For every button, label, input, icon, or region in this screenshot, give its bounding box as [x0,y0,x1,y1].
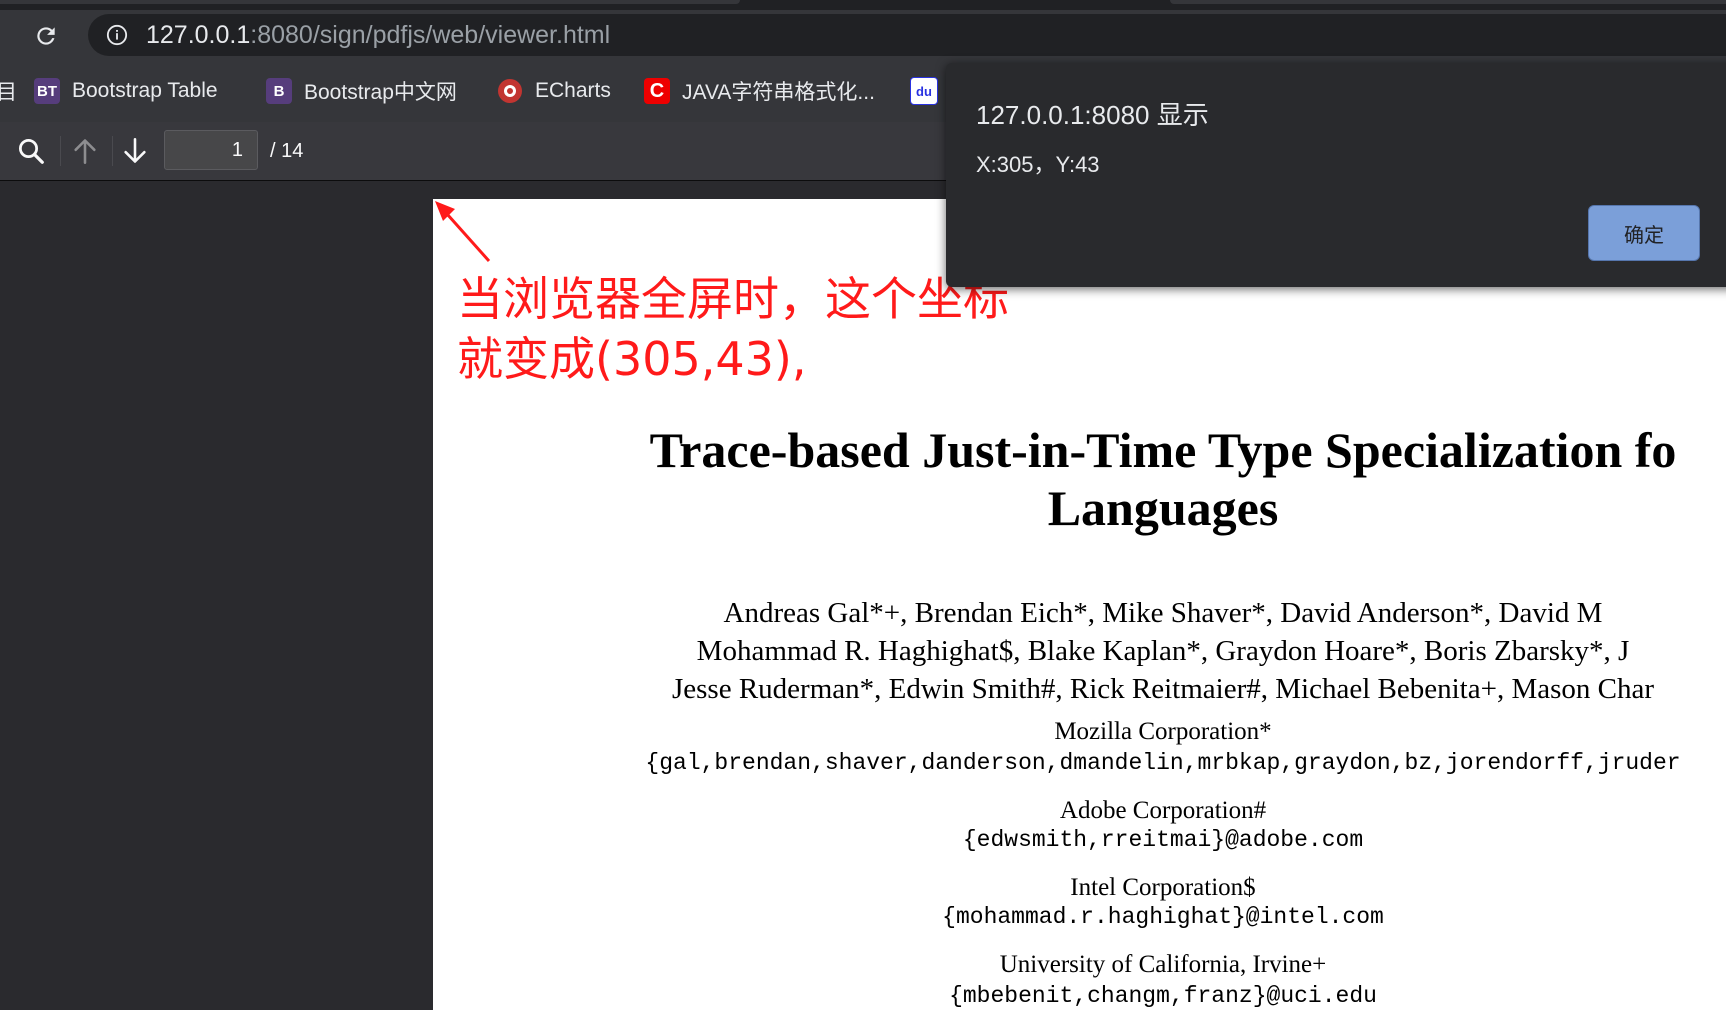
email-adobe: {edwsmith,rreitmai}@adobe.com [962,827,1364,853]
baidu-icon: du [910,77,938,105]
info-icon[interactable] [106,24,128,46]
dialog-message: X:305，Y:43 [976,152,1100,177]
dialog-title: 127.0.0.1:8080 显示 [976,100,1209,130]
bookmark-label: JAVA字符串格式化... [682,81,875,104]
browser-toolbar: 127.0.0.1:8080/sign/pdfjs/web/viewer.htm… [0,10,1726,60]
email-mozilla: {gal,brendan,shaver,danderson,dmandelin,… [645,750,1681,776]
bookmark-baidu[interactable]: du [910,76,950,106]
bookmark-label: Bootstrap Table [72,79,218,102]
tab-strip [0,0,1726,10]
authors-line-3: Jesse Ruderman*, Edwin Smith#, Rick Reit… [671,673,1655,705]
address-bar[interactable]: 127.0.0.1:8080/sign/pdfjs/web/viewer.htm… [88,14,1726,56]
bookmark-java-format[interactable]: C JAVA字符串格式化... [644,76,875,106]
active-tab-edge[interactable] [0,0,740,4]
search-icon [19,139,44,164]
paper-title-line-2: Languages [1047,480,1279,536]
arrow-down-icon [124,138,146,163]
ok-button[interactable]: 确定 [1588,205,1700,261]
url-host: 127.0.0.1 [146,21,251,49]
csdn-icon: C [644,78,670,104]
pdf-page: 当浏览器全屏时，这个坐标 就变成(305,43), Trace-based Ju… [433,199,1726,1010]
red-arrow-icon [435,201,491,262]
tab-edge[interactable] [1170,0,1726,4]
url-path: :8080/sign/pdfjs/web/viewer.html [250,21,611,49]
affiliation-uci: University of California, Irvine+ [999,951,1327,978]
bookmark-label: ECharts [535,79,611,102]
annotation-line-1: 当浏览器全屏时，这个坐标 [457,272,1009,326]
bookmark-bootstrap-cn[interactable]: B Bootstrap中文网 [266,76,457,106]
bootstrap-icon: B [266,78,292,104]
previous-page-button[interactable] [68,134,102,168]
pdf-viewer-container[interactable]: 当浏览器全屏时，这个坐标 就变成(305,43), Trace-based Ju… [0,181,1726,1010]
authors-line-1: Andreas Gal*+, Brendan Eich*, Mike Shave… [723,597,1603,629]
partial-bookmark-glyph: 目 [0,81,17,104]
paper-title-line-1: Trace-based Just-in-Time Type Specializa… [649,422,1677,478]
email-uci: {mbebenit,changm,franz}@uci.edu [949,983,1377,1009]
arrow-up-icon [74,139,96,164]
affiliation-adobe: Adobe Corporation# [1059,797,1267,824]
reload-button[interactable] [32,22,60,50]
paper-title: Trace-based Just-in-Time Type Specializa… [433,421,1726,537]
page-number-input[interactable]: 1 [164,130,258,170]
authors-line-2: Mohammad R. Haghighat$, Blake Kaplan*, G… [696,635,1630,667]
annotation-line-2: 就变成(305,43), [457,332,807,386]
page-count: / 14 [270,140,304,162]
toolbar-separator [112,136,113,166]
affiliation-intel: Intel Corporation$ [1070,874,1256,901]
affiliation-mozilla: Mozilla Corporation* [1054,718,1272,745]
email-intel: {mohammad.r.haghighat}@intel.com [942,904,1384,930]
toolbar-separator [60,136,61,166]
bookmark-bootstrap-table[interactable]: BT Bootstrap Table [34,76,218,106]
echarts-icon [497,78,523,104]
bookmark-echarts[interactable]: ECharts [497,76,611,106]
bookmark-label: Bootstrap中文网 [304,81,457,104]
next-page-button[interactable] [118,134,152,168]
bookmark-partial[interactable]: 目 [0,76,17,106]
reload-icon [37,27,55,45]
find-button[interactable] [14,134,48,168]
url-text[interactable]: 127.0.0.1:8080/sign/pdfjs/web/viewer.htm… [146,20,610,50]
alert-dialog: 127.0.0.1:8080 显示 X:305，Y:43 确定 [946,63,1726,287]
bootstrap-table-icon: BT [34,78,60,104]
